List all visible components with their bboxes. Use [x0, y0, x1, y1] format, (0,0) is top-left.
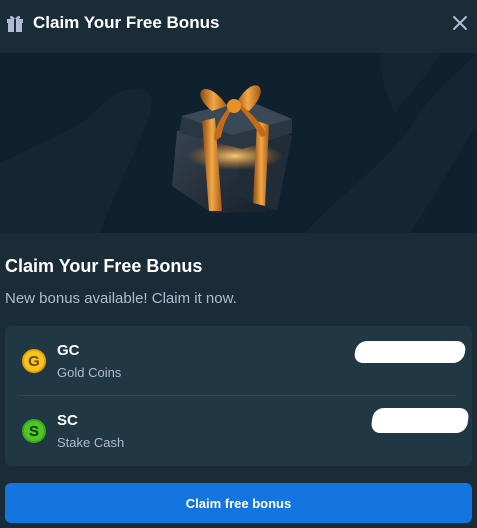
currency-name: Stake Cash — [57, 435, 125, 450]
bonus-modal: Claim Your Free Bonus Claim Your Free Bo… — [0, 0, 477, 528]
content-subtitle: New bonus available! Claim it now. — [5, 290, 237, 307]
gift-box-image — [172, 85, 292, 213]
gift-icon — [7, 15, 23, 32]
content-title: Claim Your Free Bonus — [5, 256, 203, 276]
redacted-amount — [353, 341, 467, 363]
close-icon[interactable] — [451, 14, 469, 32]
hero-banner — [0, 53, 477, 233]
currency-code: GC — [57, 342, 80, 359]
currency-list: G GC Gold Coins S SC Stake Cash — [5, 326, 472, 466]
gold-coin-icon: G — [22, 349, 46, 373]
modal-header: Claim Your Free Bonus — [0, 0, 477, 48]
redacted-amount — [370, 408, 470, 433]
currency-row-gold-coins: G GC Gold Coins — [5, 326, 472, 396]
modal-title: Claim Your Free Bonus — [33, 13, 220, 32]
currency-row-stake-cash: S SC Stake Cash — [5, 396, 472, 466]
currency-code: SC — [57, 412, 78, 429]
currency-name: Gold Coins — [57, 365, 122, 380]
claim-free-bonus-button[interactable]: Claim free bonus — [5, 483, 472, 523]
stake-cash-coin-icon: S — [22, 419, 46, 443]
